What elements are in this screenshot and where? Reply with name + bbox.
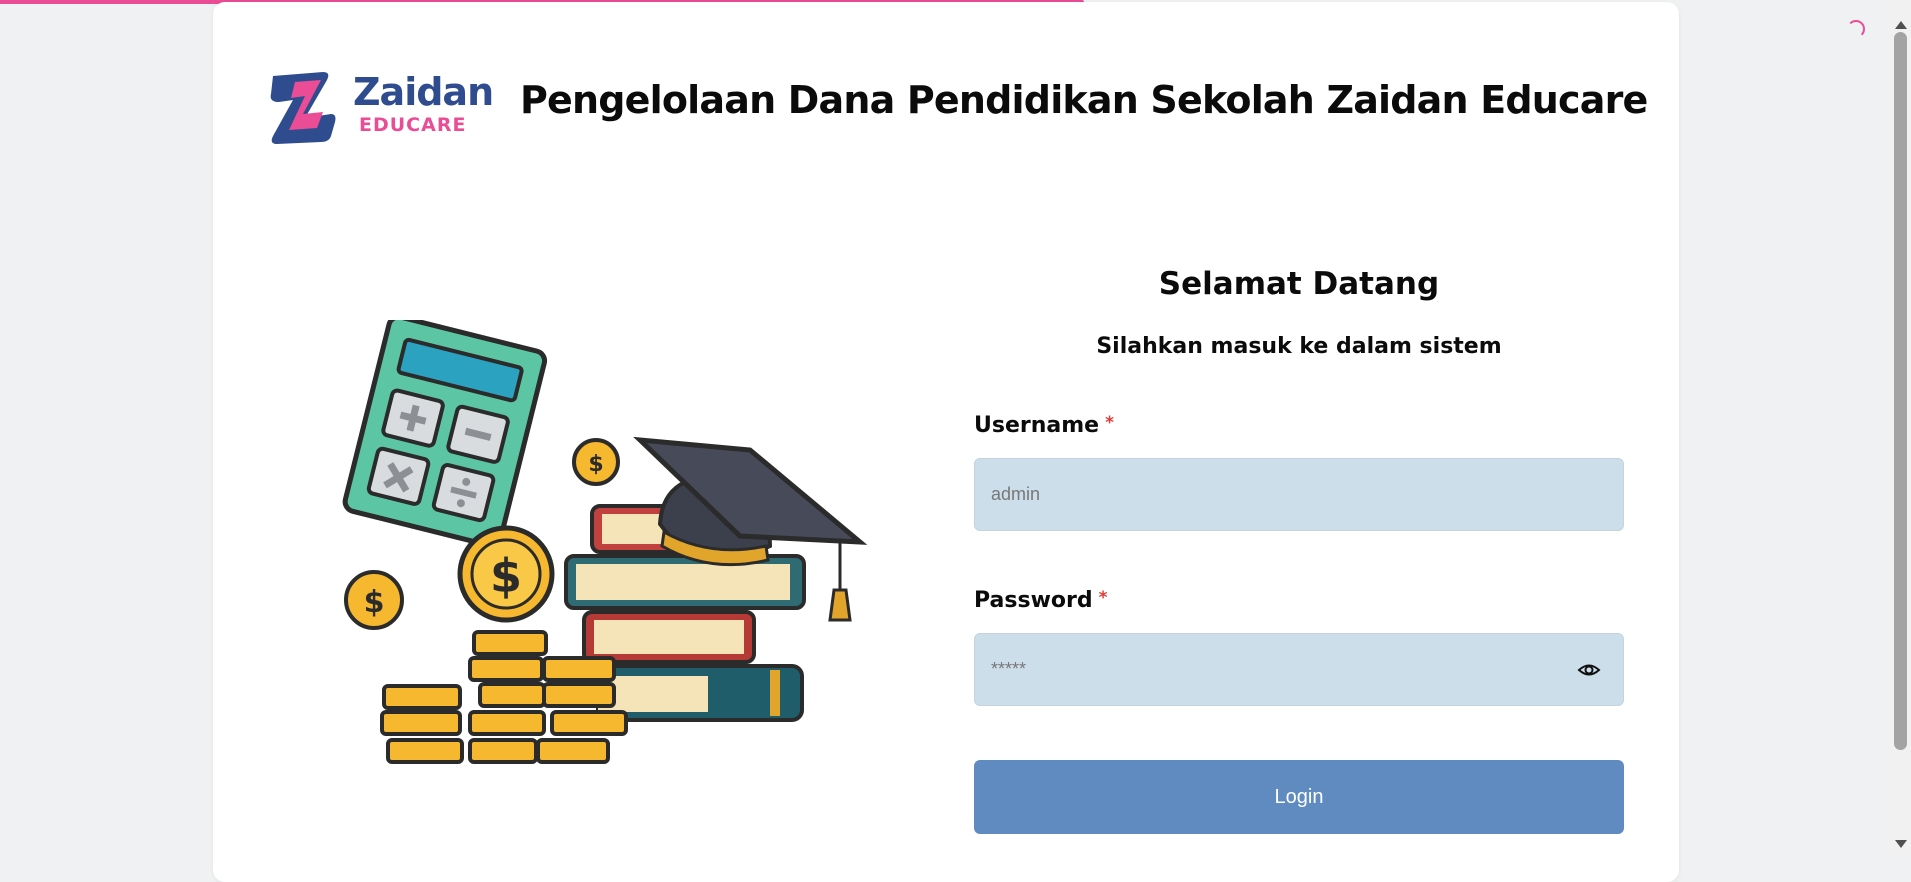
page-scrollbar[interactable] bbox=[1890, 0, 1911, 858]
coin-icon: $ bbox=[572, 438, 620, 486]
required-asterisk: * bbox=[1105, 413, 1114, 433]
password-input[interactable] bbox=[991, 634, 1551, 705]
password-field[interactable] bbox=[974, 633, 1624, 706]
logo-wordmark: Zaidan bbox=[353, 70, 494, 114]
svg-text:$: $ bbox=[364, 585, 385, 620]
username-input[interactable] bbox=[991, 459, 1551, 530]
username-label-text: Username bbox=[974, 413, 1100, 438]
scroll-thumb[interactable] bbox=[1894, 32, 1907, 750]
loading-spinner-icon bbox=[1847, 20, 1865, 38]
zaidan-logo-mark-icon bbox=[270, 72, 336, 144]
svg-text:$: $ bbox=[490, 549, 522, 603]
password-label-text: Password bbox=[974, 588, 1093, 613]
eye-icon[interactable] bbox=[1577, 658, 1601, 682]
password-label: Password * bbox=[974, 588, 1108, 613]
zaidan-educare-logo: Zaidan EDUCARE bbox=[265, 70, 494, 146]
education-finance-illustration: $ $ $ bbox=[342, 320, 868, 764]
svg-text:$: $ bbox=[588, 452, 603, 477]
required-asterisk: * bbox=[1098, 588, 1108, 608]
welcome-heading: Selamat Datang bbox=[1158, 266, 1440, 302]
scroll-down-arrow-icon[interactable] bbox=[1895, 840, 1907, 848]
login-button[interactable]: Login bbox=[974, 760, 1624, 834]
coin-icon: $ bbox=[344, 570, 404, 630]
login-subtitle: Silahkan masuk ke dalam sistem bbox=[1096, 334, 1502, 359]
coin-icon: $ bbox=[457, 525, 555, 623]
calculator-icon bbox=[342, 320, 548, 548]
username-label: Username * bbox=[974, 413, 1114, 438]
page-title: Pengelolaan Dana Pendidikan Sekolah Zaid… bbox=[520, 78, 1648, 122]
scroll-up-arrow-icon[interactable] bbox=[1895, 21, 1907, 29]
username-field[interactable] bbox=[974, 458, 1624, 531]
logo-tagline: EDUCARE bbox=[359, 114, 467, 136]
